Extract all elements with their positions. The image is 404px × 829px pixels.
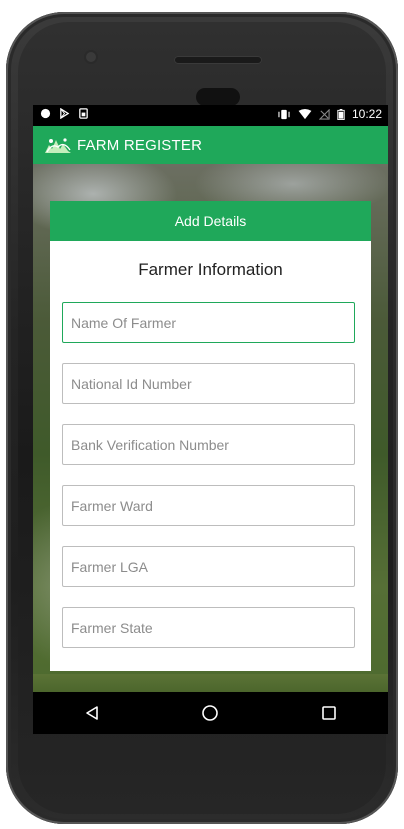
name-of-farmer-field[interactable]: [62, 302, 355, 343]
farmer-state-field[interactable]: [62, 607, 355, 648]
recents-button[interactable]: [309, 698, 349, 728]
background-footer: [33, 674, 388, 692]
add-details-card: Add Details Farmer Information: [50, 201, 371, 671]
card-header: Add Details: [50, 201, 371, 241]
back-icon: [86, 706, 98, 720]
front-camera: [86, 52, 96, 62]
home-button[interactable]: [190, 698, 230, 728]
farmer-lga-field[interactable]: [62, 546, 355, 587]
sim-icon: [79, 108, 88, 119]
back-button[interactable]: [72, 698, 112, 728]
background-image: Add Details Farmer Information: [33, 164, 388, 692]
bank-verification-field[interactable]: [62, 424, 355, 465]
farmer-ward-input[interactable]: [63, 486, 354, 525]
record-icon: [40, 108, 51, 119]
farm-logo-icon: [45, 138, 71, 153]
no-signal-icon: [318, 108, 330, 120]
battery-icon: [337, 108, 345, 120]
farmer-state-input[interactable]: [63, 608, 354, 647]
farmer-ward-field[interactable]: [62, 485, 355, 526]
bank-verification-input[interactable]: [63, 425, 354, 464]
farmer-lga-input[interactable]: [63, 547, 354, 586]
national-id-input[interactable]: [63, 364, 354, 403]
recents-icon: [322, 706, 336, 720]
play-store-icon: [60, 108, 70, 119]
national-id-field[interactable]: [62, 363, 355, 404]
clock: 10:22: [351, 107, 382, 121]
speaker-grill: [174, 56, 262, 64]
vibrate-icon: [278, 109, 290, 119]
navigation-bar: [33, 692, 388, 734]
status-bar: 10:22: [33, 105, 388, 126]
app-title: FARM REGISTER: [77, 136, 203, 154]
app-bar: FARM REGISTER: [33, 126, 388, 164]
home-icon: [202, 705, 219, 721]
name-of-farmer-input[interactable]: [63, 303, 354, 342]
wifi-icon: [298, 108, 312, 119]
device-screen: 10:22 FARM REGISTER Add Details Farmer I…: [33, 105, 388, 734]
earpiece: [196, 88, 240, 106]
section-title: Farmer Information: [138, 260, 283, 279]
